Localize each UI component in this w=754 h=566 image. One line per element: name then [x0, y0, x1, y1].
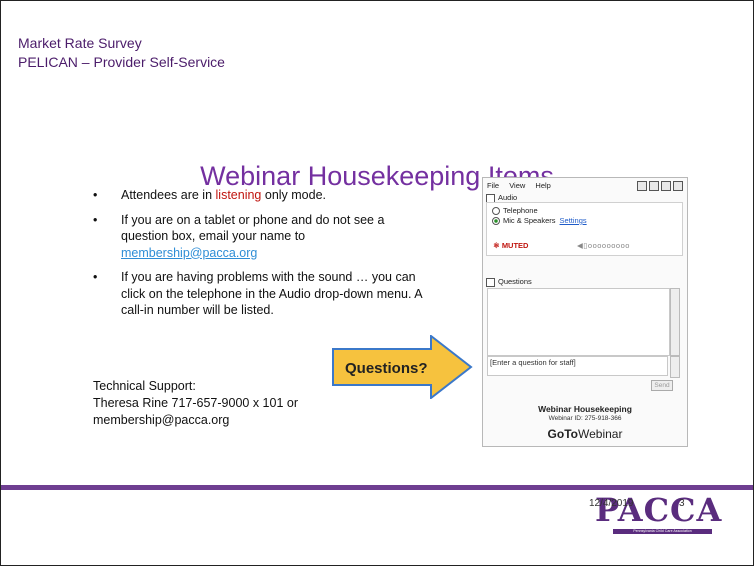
bullet-marker: • [93, 188, 98, 202]
slide-date: 12/4/2019 [589, 498, 634, 509]
bullet-marker: • [93, 270, 98, 284]
support-heading: Technical Support: [93, 379, 196, 393]
pacca-logo: PACCA [595, 491, 723, 529]
bullet-list: • Attendees are in listening only mode. … [93, 187, 433, 327]
header-line-1: Market Rate Survey [18, 35, 142, 51]
brand-rest: Webinar [577, 427, 623, 441]
bullet-item-listening: • Attendees are in listening only mode. [93, 187, 433, 204]
questions-section-header[interactable]: Questions [486, 277, 682, 287]
collapse-questions-icon[interactable] [486, 277, 495, 287]
menu-file[interactable]: File [487, 181, 499, 190]
telephone-label: Telephone [503, 206, 538, 215]
listening-highlight: listening [215, 188, 262, 202]
bullet-item-sound: • If you are having problems with the so… [93, 269, 433, 319]
audio-pane: Telephone Mic & Speakers Settings ⚛ MUTED… [486, 202, 683, 256]
webinar-title: Webinar Housekeeping [538, 404, 632, 414]
page-number: 3 [679, 498, 685, 509]
menu-view[interactable]: View [509, 181, 525, 190]
slide: Market Rate Survey PELICAN – Provider Se… [0, 0, 754, 566]
bullet-text: Attendees are in [121, 188, 216, 202]
gotowebinar-control-panel: File View Help Audio Telephone Mic & Spe… [482, 177, 688, 447]
mic-speakers-radio[interactable]: Mic & Speakers Settings [492, 216, 587, 226]
questions-scrollbar[interactable] [670, 288, 680, 356]
question-input-scrollbar[interactable] [670, 356, 680, 378]
bullet-item-tablet: • If you are on a tablet or phone and do… [93, 212, 433, 262]
settings-link[interactable]: Settings [560, 216, 587, 225]
muted-label: MUTED [501, 241, 529, 250]
bullet-text: If you are having problems with the soun… [121, 270, 422, 317]
support-line-2: membership@pacca.org [93, 413, 230, 427]
mic-label: Mic & Speakers [503, 216, 556, 225]
brand-bold: GoTo [547, 427, 578, 441]
restore-icon[interactable] [649, 181, 659, 191]
slide-header: Market Rate Survey PELICAN – Provider Se… [18, 34, 225, 72]
audio-heading: Audio [498, 193, 518, 202]
window-controls [637, 181, 683, 191]
muted-status[interactable]: ⚛ MUTED [493, 241, 528, 250]
bullet-text: If you are on a tablet or phone and do n… [121, 212, 385, 244]
close-icon[interactable] [673, 181, 683, 191]
panel-menubar: File View Help [487, 181, 559, 190]
bullet-marker: • [93, 212, 98, 227]
radio-on-icon [492, 217, 500, 226]
webinar-id: Webinar ID: 275-918-366 [548, 415, 622, 422]
support-line-1: Theresa Rine 717-657-9000 x 101 or [93, 396, 298, 410]
membership-email-link[interactable]: membership@pacca.org [121, 246, 257, 260]
footer-divider [1, 485, 753, 490]
questions-callout-label: Questions? [345, 360, 428, 377]
popout-icon[interactable] [661, 181, 671, 191]
pacca-logo-tagline: Pennsylvania Child Care Association [613, 529, 712, 534]
question-input[interactable]: [Enter a question for staff] [487, 356, 668, 376]
send-button[interactable]: Send [651, 380, 673, 391]
audio-level-meter: ◀▯ooooooooo [577, 241, 630, 250]
minimize-icon[interactable] [637, 181, 647, 191]
header-line-2: PELICAN – Provider Self-Service [18, 54, 225, 70]
menu-help[interactable]: Help [535, 181, 550, 190]
gotowebinar-logo: GoToWebinar [483, 427, 687, 441]
telephone-radio[interactable]: Telephone [492, 206, 538, 216]
bullet-text: only mode. [261, 188, 327, 202]
questions-heading: Questions [498, 277, 532, 286]
questions-log[interactable] [487, 288, 670, 356]
technical-support: Technical Support: Theresa Rine 717-657-… [93, 378, 298, 429]
mute-person-icon: ⚛ [493, 241, 502, 250]
radio-off-icon [492, 207, 500, 216]
